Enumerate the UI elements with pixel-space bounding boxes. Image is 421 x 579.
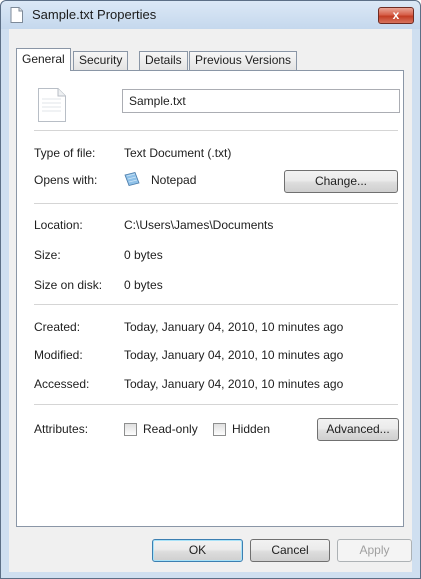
general-tab-panel (16, 70, 404, 527)
tab-details-label: Details (145, 53, 182, 67)
cancel-button-label: Cancel (271, 543, 309, 557)
change-button-label: Change... (314, 174, 368, 188)
opens-with-label: Opens with: (34, 173, 98, 187)
separator (34, 203, 398, 204)
advanced-button-label: Advanced... (326, 422, 390, 436)
location-label: Location: (34, 218, 83, 232)
modified-label: Modified: (34, 348, 83, 362)
size-on-disk-label: Size on disk: (34, 278, 103, 292)
separator (34, 304, 398, 305)
text-file-icon (38, 88, 66, 122)
attributes-label: Attributes: (34, 422, 89, 436)
tab-previous-versions-label: Previous Versions (195, 53, 292, 67)
hidden-checkbox[interactable] (213, 423, 226, 436)
window-title: Sample.txt Properties (32, 7, 157, 22)
file-name-value: Sample.txt (129, 94, 186, 108)
advanced-button[interactable]: Advanced... (317, 418, 399, 441)
type-value: Text Document (.txt) (124, 146, 232, 160)
created-label: Created: (34, 320, 81, 334)
apply-button[interactable]: Apply (337, 539, 412, 562)
tab-general[interactable]: General (16, 48, 71, 71)
tab-security-label: Security (79, 53, 123, 67)
notepad-icon (124, 172, 140, 186)
apply-button-label: Apply (359, 543, 390, 557)
text-file-icon (10, 7, 23, 23)
accessed-value: Today, January 04, 2010, 10 minutes ago (124, 377, 344, 391)
tab-details[interactable]: Details (139, 51, 188, 70)
close-icon: x (392, 8, 400, 22)
type-label: Type of file: (34, 146, 96, 160)
ok-button[interactable]: OK (152, 539, 243, 562)
tab-previous-versions[interactable]: Previous Versions (189, 51, 298, 70)
size-label: Size: (34, 248, 61, 262)
hidden-label[interactable]: Hidden (232, 422, 270, 436)
ok-button-label: OK (188, 543, 207, 557)
opens-with-value: Notepad (151, 173, 197, 187)
separator (34, 130, 398, 131)
file-name-input[interactable]: Sample.txt (122, 89, 400, 113)
size-on-disk-value: 0 bytes (124, 278, 163, 292)
readonly-checkbox[interactable] (124, 423, 137, 436)
change-button[interactable]: Change... (284, 170, 398, 193)
title-bar[interactable]: Sample.txt Properties x (1, 1, 420, 29)
readonly-label[interactable]: Read-only (143, 422, 198, 436)
cancel-button[interactable]: Cancel (250, 539, 330, 562)
close-button[interactable]: x (378, 7, 414, 24)
created-value: Today, January 04, 2010, 10 minutes ago (124, 320, 344, 334)
location-value: C:\Users\James\Documents (124, 218, 274, 232)
modified-value: Today, January 04, 2010, 10 minutes ago (124, 348, 344, 362)
accessed-label: Accessed: (34, 377, 90, 391)
separator (34, 404, 398, 405)
size-value: 0 bytes (124, 248, 163, 262)
tab-security[interactable]: Security (73, 51, 129, 70)
tab-general-label: General (22, 52, 65, 66)
